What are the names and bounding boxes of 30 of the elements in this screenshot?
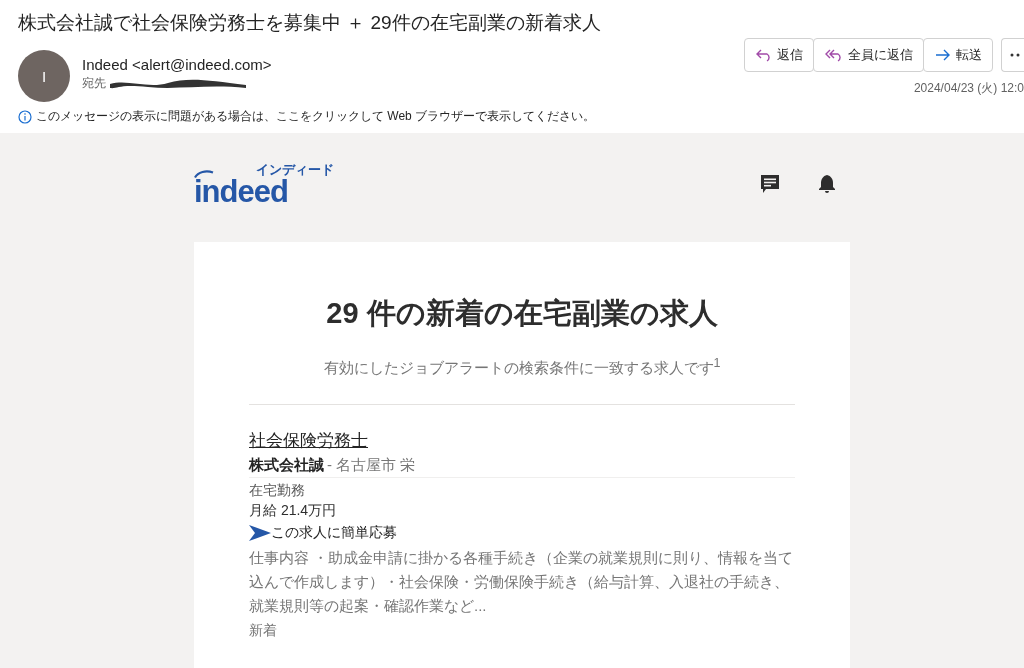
job-description: 仕事内容 ・助成金申請に掛かる各種手続き（企業の就業規則に則り、情報を当て込んで作成します）・社会保険・労働保険手続き（給与計算、入退社の手続き、就業規則等の起案・確認作業など... — [249, 548, 795, 616]
email-subject: 株式会社誠で社会保険労務士を募集中 ＋ 29件の在宅副業の新着求人 — [18, 11, 602, 35]
logo-arc-icon — [194, 169, 214, 178]
forward-icon — [934, 48, 952, 62]
action-button[interactable]: 返信 — [744, 38, 814, 72]
info-icon — [18, 109, 32, 124]
logo-wordmark: indeed — [194, 177, 288, 206]
reply-icon — [755, 48, 773, 62]
more-icon — [1010, 53, 1022, 57]
bell-icon[interactable] — [818, 173, 836, 194]
reply-all-icon — [824, 48, 844, 62]
message-icon[interactable] — [760, 173, 780, 194]
new-tag: 新着 — [249, 622, 795, 640]
job-title-link[interactable]: 社会保険労務士 — [249, 431, 368, 450]
easy-apply-label: この求人に簡単応募 — [271, 524, 397, 542]
company-name: 株式会社誠 — [249, 456, 324, 473]
work-style: 在宅勤務 — [249, 482, 306, 500]
logo-kana: インディード — [256, 161, 334, 178]
job-location: - 名古屋市 栄 — [327, 456, 416, 473]
avatar: I — [18, 50, 70, 102]
display-notice-link[interactable]: このメッセージの表示に問題がある場合は、ここをクリックして Web ブラウザーで表示してください。 — [36, 108, 596, 125]
send-arrow-icon — [249, 525, 271, 541]
recipient-label: 宛先 — [82, 75, 106, 92]
sender: Indeed <alert@indeed.com> — [82, 56, 272, 73]
alert-subheading: 有効にしたジョブアラートの検索条件に一致する求人です$^{1}$ — [322, 356, 722, 378]
alert-heading: 29 件の新着の在宅副業の求人 — [325, 296, 719, 331]
salary: 月給 21.4万円 — [249, 502, 338, 520]
action-button[interactable]: 全員に返信 — [813, 38, 924, 72]
action-button[interactable]: 転送 — [923, 38, 993, 72]
email-date: 2024/04/23 (火) 12:0 — [913, 80, 1024, 97]
